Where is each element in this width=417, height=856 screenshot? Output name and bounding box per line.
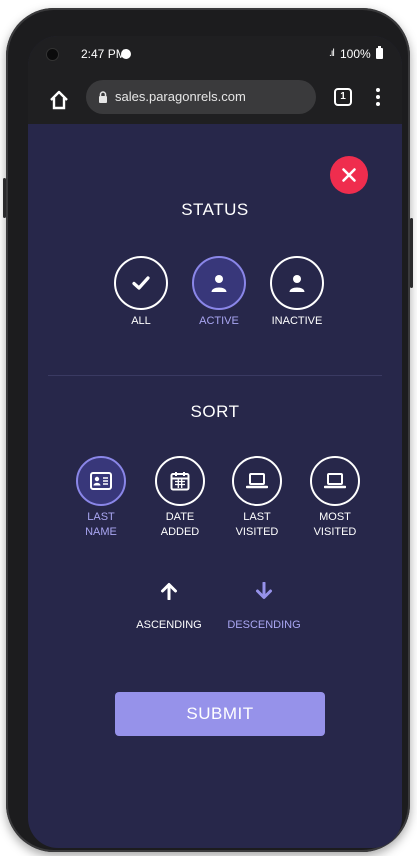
laptop-icon: [246, 473, 268, 489]
status-bar: 2:47 PM .ıl 100%: [28, 36, 402, 72]
sort-option-last-visited[interactable]: LAST VISITED: [226, 456, 288, 540]
sort-ascending[interactable]: ASCENDING: [129, 582, 209, 631]
battery-percent: 100%: [340, 47, 371, 61]
sort-option-date-added[interactable]: DATE ADDED: [150, 456, 210, 540]
more-menu-icon[interactable]: [374, 88, 382, 108]
sort-option-line: NAME: [85, 526, 117, 538]
sort-option-line: LAST: [87, 511, 115, 523]
sort-option-line: VISITED: [313, 526, 357, 538]
sort-descending[interactable]: DESCENDING: [220, 581, 308, 631]
sort-option-most-visited[interactable]: MOST VISITED: [304, 456, 366, 540]
calendar-icon: [170, 472, 190, 491]
sort-option-last-name[interactable]: LAST NAME: [73, 456, 129, 540]
sort-option-label: LAST VISITED: [226, 510, 288, 540]
sort-option-line: LAST: [243, 511, 271, 523]
front-camera: [46, 48, 59, 61]
close-button[interactable]: [330, 156, 368, 194]
sort-direction-label: ASCENDING: [136, 619, 202, 631]
url-text: sales.paragonrels.com: [115, 89, 246, 104]
section-divider: [48, 375, 382, 376]
status-option-circle: [114, 256, 168, 310]
sort-option-line: VISITED: [235, 526, 279, 538]
sort-option-line: ADDED: [160, 526, 200, 538]
status-title: STATUS: [181, 200, 249, 219]
status-option-circle: [192, 256, 246, 310]
sort-title: SORT: [190, 402, 240, 421]
lock-icon: [99, 91, 107, 103]
status-time: 2:47 PM: [81, 47, 126, 61]
status-option-active[interactable]: ACTIVE: [191, 256, 247, 329]
status-option-all[interactable]: ALL: [113, 256, 169, 329]
user-icon: [289, 275, 305, 292]
sort-option-label: LAST NAME: [73, 510, 129, 540]
signal-icon: .ıl: [329, 48, 335, 59]
submit-button[interactable]: SUBMIT: [115, 692, 325, 736]
volume-button: [3, 178, 6, 218]
sort-option-line: DATE: [165, 511, 195, 523]
sort-option-circle: [155, 456, 205, 506]
screen: 2:47 PM .ıl 100% sales.paragonrels.com 1: [28, 36, 402, 848]
tab-switcher-button[interactable]: 1: [334, 88, 352, 106]
sort-direction-label: DESCENDING: [227, 619, 301, 631]
battery-icon: [376, 46, 383, 59]
sort-option-circle: [232, 456, 282, 506]
sort-option-label: MOST VISITED: [304, 510, 366, 540]
sort-option-circle: [76, 456, 126, 506]
arrow-up-icon: [161, 583, 177, 601]
arrow-down-icon: [256, 581, 272, 599]
laptop-icon: [324, 473, 346, 489]
status-option-label: ALL: [131, 315, 151, 327]
user-icon: [211, 275, 227, 292]
status-option-label: INACTIVE: [271, 315, 323, 327]
browser-chrome: 2:47 PM .ıl 100% sales.paragonrels.com 1: [28, 36, 402, 124]
id-card-icon: [90, 472, 112, 490]
status-option-circle: [270, 256, 324, 310]
url-bar[interactable]: sales.paragonrels.com: [86, 80, 316, 114]
sort-option-line: MOST: [319, 511, 351, 523]
status-option-inactive[interactable]: INACTIVE: [264, 256, 330, 329]
sort-option-circle: [310, 456, 360, 506]
power-button: [410, 218, 413, 288]
phone-frame: 2:47 PM .ıl 100% sales.paragonrels.com 1: [3, 8, 413, 852]
sort-option-label: DATE ADDED: [150, 510, 210, 540]
notification-icon: [121, 49, 131, 59]
check-icon: [132, 276, 150, 290]
home-icon[interactable]: [48, 89, 70, 111]
status-option-label: ACTIVE: [199, 315, 239, 327]
close-icon: [342, 168, 356, 182]
